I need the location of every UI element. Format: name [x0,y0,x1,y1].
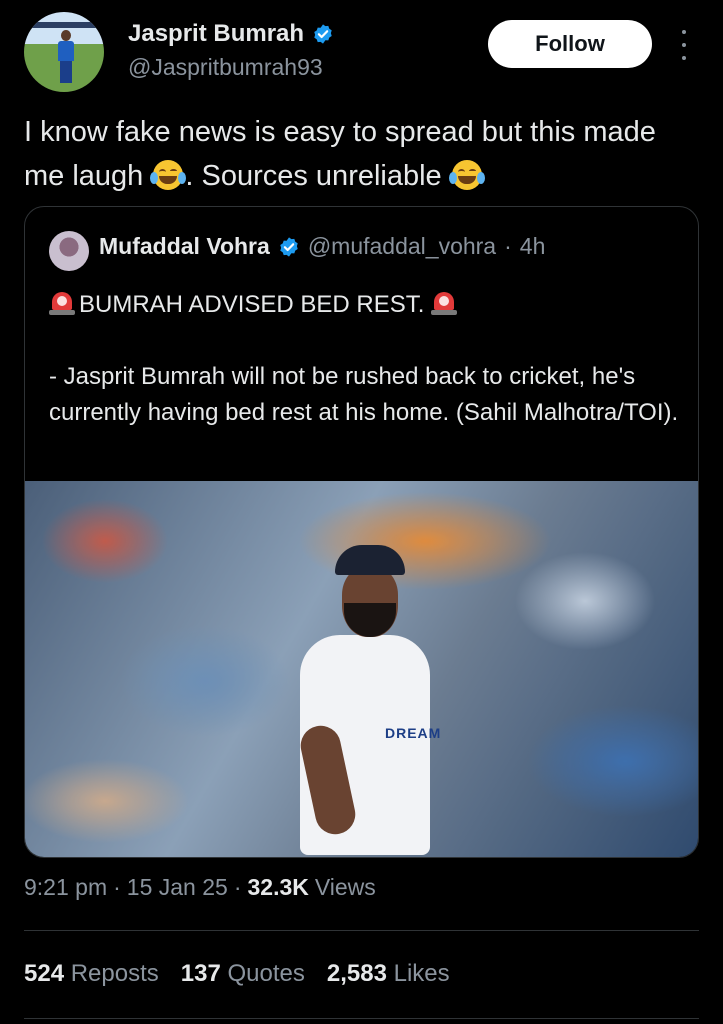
quoted-tweet-header: Mufaddal Vohra @mufaddal_vohra · 4h [99,233,545,260]
tweet-text: I know fake news is easy to spread but t… [24,110,704,198]
quotes-stat[interactable]: 137 Quotes [181,960,305,988]
engagement-stats: 524 Reposts 137 Quotes 2,583 Likes [24,960,450,988]
laughing-emoji-icon [448,160,485,190]
divider [24,930,699,931]
follow-button[interactable]: Follow [488,20,652,68]
likes-count: 2,583 [326,960,387,987]
author-name-row: Jasprit Bumrah [128,20,334,48]
tweet-time[interactable]: 9:21 pm [24,874,107,901]
reposts-label: Reposts [70,960,159,987]
likes-stat[interactable]: 2,583 Likes [327,960,450,988]
quoted-separator: · [504,233,512,259]
quotes-count: 137 [180,960,221,987]
quoted-author-name[interactable]: Mufaddal Vohra [99,233,270,260]
quoted-body-text: - Jasprit Bumrah will not be rushed back… [49,363,679,426]
divider [24,1018,699,1019]
tweet-header: Jasprit Bumrah @Jaspritbumrah93 Follow [24,12,699,92]
quoted-author-handle[interactable]: @mufaddal_vohra [308,233,496,260]
avatar-background [32,22,96,28]
author-handle[interactable]: @Jaspritbumrah93 [128,54,323,81]
quoted-headline: BUMRAH ADVISED BED REST. [49,287,689,323]
quoted-timestamp[interactable]: 4h [520,233,546,260]
quoted-tweet-image[interactable]: DREAM [25,481,698,857]
police-light-icon [49,290,75,316]
player-figure: DREAM [280,545,470,857]
views-count: 32.3K [247,874,309,900]
quoted-headline-text: BUMRAH ADVISED BED REST. [79,291,425,318]
quotes-label: Quotes [227,960,305,987]
shirt-sponsor-text: DREAM [385,725,442,741]
views-label: Views [314,874,376,900]
tweet-date[interactable]: 15 Jan 25 [127,874,228,901]
reposts-stat[interactable]: 524 Reposts [24,960,159,988]
tweet-text-part2: . Sources unreliable [185,160,442,192]
quoted-tweet[interactable]: Mufaddal Vohra @mufaddal_vohra · 4h BUMR… [24,206,699,858]
quoted-tweet-body: BUMRAH ADVISED BED REST. - Jasprit Bumra… [49,287,689,467]
reposts-count: 524 [24,960,65,987]
verified-badge-icon [314,24,332,44]
tweet-meta: 9:21 pm · 15 Jan 25 · 32.3K Views [24,874,376,901]
laughing-emoji-icon [150,160,187,190]
more-options-icon[interactable] [674,30,694,60]
quoted-author-avatar[interactable] [49,231,89,271]
verified-badge-icon [280,236,298,257]
author-name[interactable]: Jasprit Bumrah [128,20,304,48]
meta-separator: · [233,874,242,900]
police-light-icon [431,290,458,316]
meta-separator: · [113,874,121,900]
likes-label: Likes [393,960,450,987]
author-avatar[interactable] [24,12,104,92]
avatar-figure [58,30,74,86]
